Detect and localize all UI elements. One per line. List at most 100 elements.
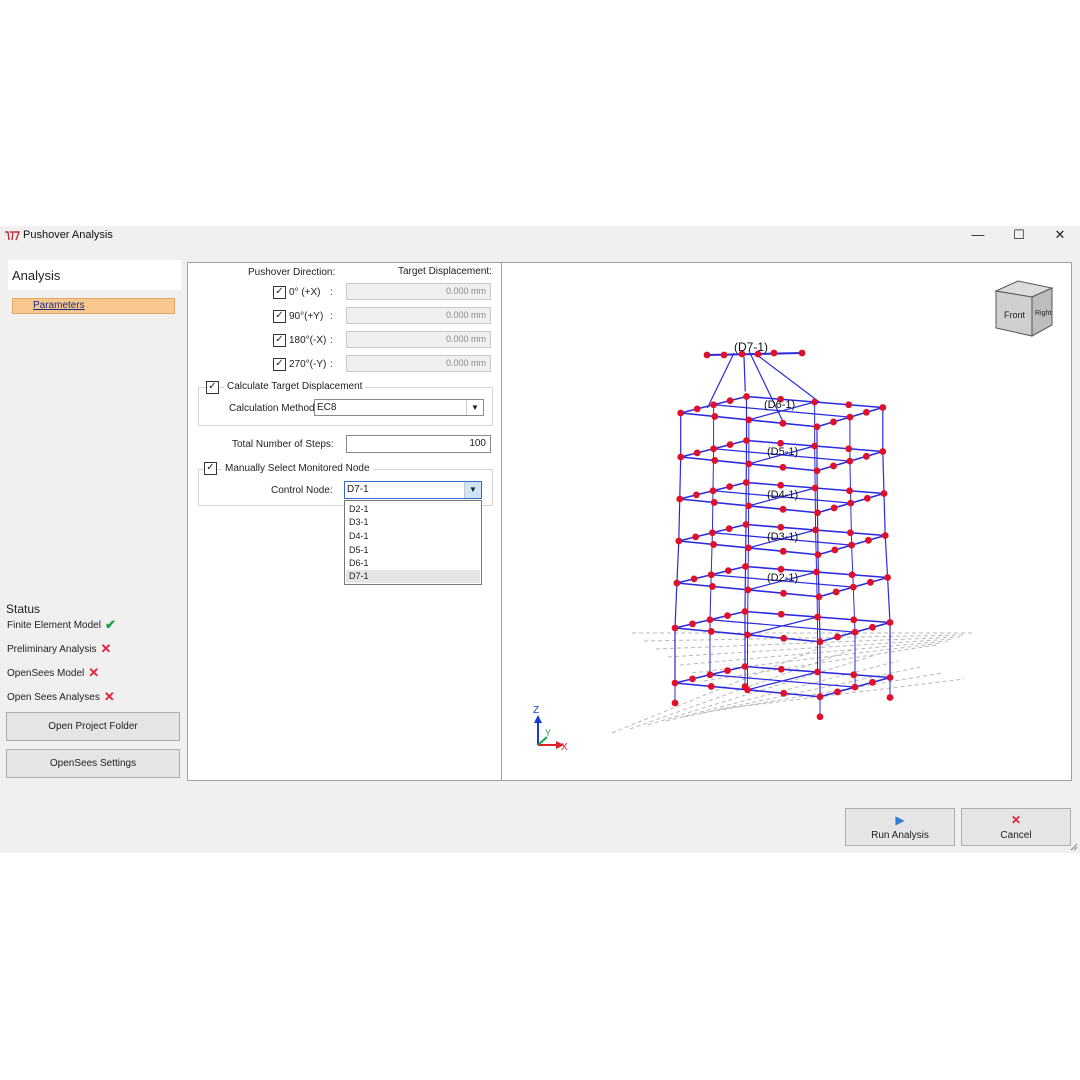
frame-node: [671, 679, 679, 687]
target-displacement-header: Target Displacement:: [398, 266, 492, 277]
frame-node: [726, 397, 734, 405]
direction-270-checkbox[interactable]: ✓: [273, 358, 286, 371]
control-node-select[interactable]: D7-1 ▼: [344, 481, 482, 499]
frame-node: [677, 453, 685, 461]
frame-node: [813, 467, 821, 475]
frame-node: [692, 491, 700, 499]
frame-node: [880, 490, 888, 497]
cross-icon: ✕: [1010, 813, 1022, 827]
frame-node: [709, 529, 716, 537]
frame-column: [676, 540, 680, 584]
frame-node: [744, 631, 751, 639]
window-title: Pushover Analysis: [23, 229, 113, 241]
frame-node: [689, 675, 696, 683]
direction-90-target-field[interactable]: 0.000 mm: [346, 307, 491, 324]
chevron-down-icon[interactable]: ▼: [464, 482, 481, 498]
frame-node: [741, 663, 749, 670]
pushover-analysis-window: Pushover Analysis — ☐ ✕ Analysis Paramet…: [0, 226, 1080, 853]
frame-column: [678, 498, 681, 542]
open-project-folder-button[interactable]: Open Project Folder: [6, 712, 180, 741]
opensees-settings-button[interactable]: OpenSees Settings: [6, 749, 180, 778]
dropdown-option[interactable]: D2-1: [346, 503, 480, 516]
frame-node: [815, 593, 823, 601]
model-3d-viewport[interactable]: (D7-1) (D6-1) (D5-1) (D4-1) (D3-1) (D2-1…: [501, 262, 1072, 781]
frame-node: [741, 608, 749, 615]
frame-node: [707, 571, 715, 579]
frame-node: [710, 541, 717, 548]
frame-node: [879, 448, 887, 455]
direction-0-checkbox[interactable]: ✓: [273, 286, 286, 299]
direction-90-label: 90°(+Y): [289, 311, 324, 322]
frame-node: [813, 568, 820, 576]
frame-beam: [709, 674, 856, 688]
view-cube[interactable]: Front Right: [994, 280, 1054, 337]
direction-180-target-field[interactable]: 0.000 mm: [346, 331, 491, 348]
frame-node: [779, 419, 787, 427]
frame-node: [832, 588, 840, 596]
close-button[interactable]: ✕: [1040, 226, 1080, 246]
direction-0-target-field[interactable]: 0.000 mm: [346, 283, 491, 300]
dropdown-option[interactable]: D4-1: [346, 530, 480, 543]
frame-node: [847, 499, 855, 507]
frame-column: [744, 524, 747, 567]
frame-column: [852, 587, 856, 633]
colon-separator: :: [330, 311, 333, 322]
run-analysis-button[interactable]: ▶ Run Analysis: [845, 808, 955, 846]
dropdown-option[interactable]: D5-1: [346, 544, 480, 557]
frame-node: [724, 567, 732, 575]
frame-node: [851, 683, 859, 691]
manual-node-checkbox[interactable]: ✓: [204, 462, 217, 475]
frame-beam: [709, 619, 856, 633]
dropdown-option[interactable]: D6-1: [346, 557, 480, 570]
frame-node: [693, 449, 701, 457]
frame-node: [745, 416, 753, 424]
frame-node: [884, 574, 891, 581]
structure-3d-view: (D7-1) (D6-1) (D5-1) (D4-1) (D3-1) (D2-1…: [533, 280, 1054, 753]
direction-180-label: 180°(-X): [289, 335, 327, 346]
frame-node: [777, 610, 785, 618]
dropdown-option[interactable]: D3-1: [346, 516, 480, 529]
cancel-label: Cancel: [1000, 830, 1032, 841]
frame-node: [671, 699, 679, 707]
axis-x-label: X: [561, 742, 568, 753]
run-analysis-label: Run Analysis: [871, 830, 929, 841]
calc-method-select[interactable]: EC8 ▼: [314, 399, 484, 416]
steps-input[interactable]: 100: [346, 435, 491, 453]
check-icon: ✔: [104, 617, 116, 632]
frame-node: [831, 546, 839, 554]
calc-target-checkbox[interactable]: ✓: [206, 381, 219, 394]
calc-method-label: Calculation Method: [229, 403, 315, 414]
frame-node: [830, 418, 837, 426]
frame-column: [711, 490, 714, 533]
frame-column: [816, 470, 819, 513]
direction-270-target-field[interactable]: 0.000 mm: [346, 355, 491, 372]
sidebar-item-parameters[interactable]: Parameters: [12, 298, 175, 314]
resize-grip-icon[interactable]: [1070, 843, 1078, 851]
play-icon: ▶: [895, 813, 905, 827]
maximize-button[interactable]: ☐: [999, 226, 1039, 246]
frame-node: [830, 462, 837, 470]
direction-270-label: 270°(-Y): [289, 359, 327, 370]
direction-180-checkbox[interactable]: ✓: [273, 334, 286, 347]
frame-node: [867, 578, 874, 586]
chevron-down-icon[interactable]: ▼: [466, 400, 483, 415]
cancel-button[interactable]: ✕ Cancel: [961, 808, 1071, 846]
grid-line: [655, 636, 961, 650]
frame-node: [881, 532, 889, 539]
node-label-d5: (D5-1): [767, 446, 798, 458]
status-row-preliminary: Preliminary Analysis ✕: [7, 641, 111, 657]
minimize-button[interactable]: —: [958, 226, 998, 246]
calc-target-label: Calculate Target Displacement: [224, 381, 366, 392]
dropdown-option-selected[interactable]: D7-1: [346, 570, 480, 583]
frame-column: [850, 503, 853, 546]
frame-node: [742, 563, 749, 570]
cross-icon: ✕: [103, 689, 115, 704]
frame-node: [886, 674, 894, 681]
status-label: OpenSees Model: [7, 667, 85, 679]
direction-90-checkbox[interactable]: ✓: [273, 310, 286, 323]
frame-node: [816, 713, 824, 721]
pushover-direction-header: Pushover Direction:: [248, 267, 336, 278]
frame-node: [744, 586, 752, 594]
frame-node: [710, 401, 717, 409]
frame-node: [779, 547, 787, 555]
